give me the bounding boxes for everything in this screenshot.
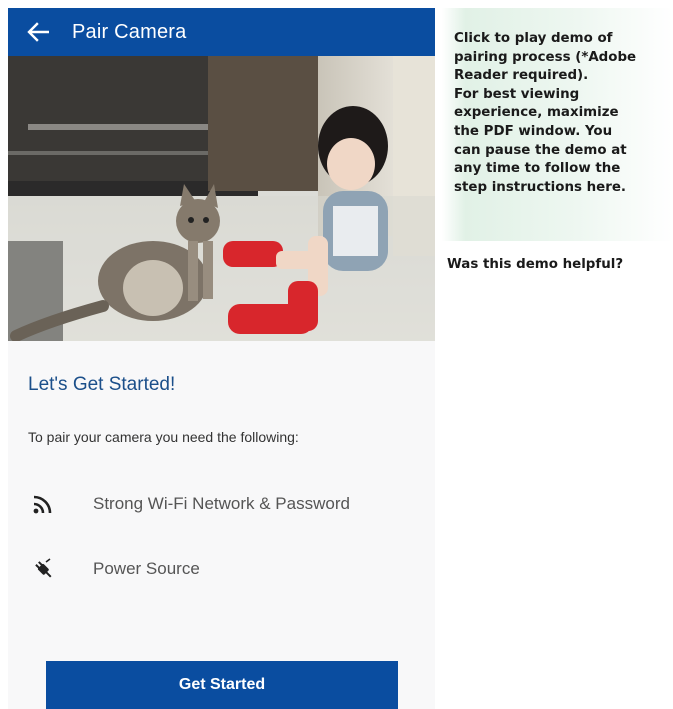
requirement-label: Power Source xyxy=(93,559,200,578)
plug-icon xyxy=(28,554,58,584)
info-line: For best viewing xyxy=(454,86,580,102)
info-line: any time to follow the xyxy=(454,161,621,177)
demo-feedback-link[interactable]: Was this demo helpful? xyxy=(447,257,623,272)
info-line: Click to play demo of xyxy=(454,31,613,46)
page-title: Pair Camera xyxy=(72,20,187,43)
info-line: step instructions here. xyxy=(454,179,627,195)
requirement-power: Power Source xyxy=(28,554,200,584)
info-line: pairing process (*Adobe xyxy=(454,49,637,65)
info-line: the PDF window. You xyxy=(454,123,613,139)
info-line: Reader required). xyxy=(454,68,589,84)
info-line: can pause the demo at xyxy=(454,142,627,158)
hero-image xyxy=(8,56,435,341)
arrow-left-icon xyxy=(27,22,49,42)
section-heading: Let's Get Started! xyxy=(28,374,176,395)
requirement-label: Strong Wi-Fi Network & Password xyxy=(93,494,350,513)
wifi-icon xyxy=(28,489,58,519)
get-started-button[interactable]: Get Started xyxy=(46,661,398,709)
requirement-wifi: Strong Wi-Fi Network & Password xyxy=(28,489,350,519)
back-button[interactable] xyxy=(14,8,62,56)
requirements-intro: To pair your camera you need the followi… xyxy=(28,429,299,445)
app-bar: Pair Camera xyxy=(8,8,435,56)
info-line: experience, maximize xyxy=(454,105,619,121)
phone-screen: Pair Camera Let's Get Started! To pair y… xyxy=(8,8,435,709)
demo-info-panel[interactable]: Click to play demo of pairing process (*… xyxy=(437,8,673,241)
